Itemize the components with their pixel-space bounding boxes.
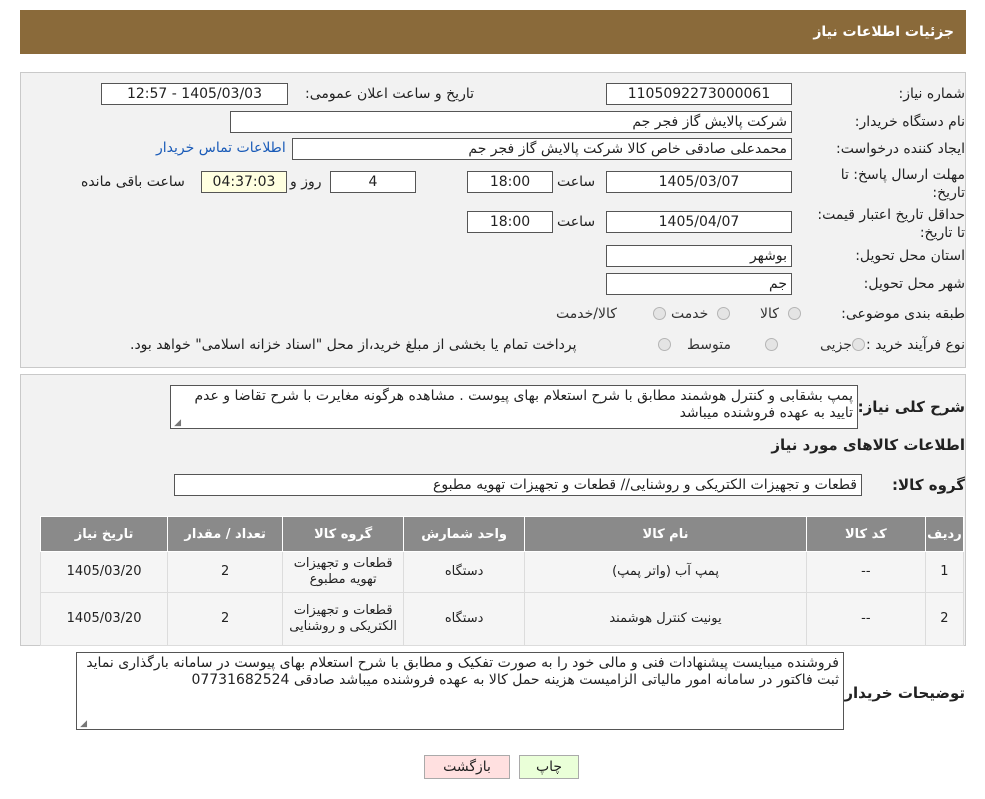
category-option-service: خدمت	[671, 306, 709, 322]
requester-field: محمدعلی صادقی خاص کالا شرکت پالایش گاز ف…	[292, 138, 792, 160]
back-button[interactable]: بازگشت	[424, 755, 510, 779]
province-field: بوشهر	[606, 245, 792, 267]
city-field: جم	[606, 273, 792, 295]
buyer-org-label: نام دستگاه خریدار:	[854, 114, 965, 130]
deadline-time-field: 18:00	[467, 171, 553, 193]
category-radio-goods[interactable]	[788, 307, 801, 320]
summary-label: شرح کلی نیاز:	[857, 398, 965, 416]
need-number-label: شماره نیاز:	[898, 86, 966, 102]
goods-group-label: گروه کالا:	[892, 476, 965, 494]
process-radio-minor[interactable]	[852, 338, 865, 351]
cell-group: قطعات و تجهیزات تهویه مطبوع	[282, 551, 405, 593]
cell-group: قطعات و تجهیزات الکتریکی و روشنایی	[282, 592, 405, 646]
validity-date-field: 1405/04/07	[606, 211, 792, 233]
cell-qty: 2	[167, 551, 284, 593]
buyer-notes-text: فروشنده میبایست پیشنهادات فنی و مالی خود…	[86, 655, 839, 688]
category-radio-service[interactable]	[717, 307, 730, 320]
category-radio-goods-service[interactable]	[653, 307, 666, 320]
requester-label: ایجاد کننده درخواست:	[836, 141, 965, 157]
table-row: 2 -- یونیت کنترل هوشمند دستگاه قطعات و ت…	[39, 592, 965, 646]
process-option-minor: جزیی	[820, 337, 852, 353]
days-label: روز و	[290, 174, 322, 190]
cell-row: 2	[924, 592, 965, 646]
col-unit: واحد شمارش	[403, 516, 526, 552]
goods-group-field: قطعات و تجهیزات الکتریکی و روشنایی// قطع…	[174, 474, 862, 496]
resize-grip-icon[interactable]: ◢	[79, 720, 87, 729]
goods-table: ردیف کد کالا نام کالا واحد شمارش گروه کا…	[39, 516, 965, 646]
cell-code: --	[805, 551, 926, 593]
announce-label: تاریخ و ساعت اعلان عمومی:	[305, 86, 474, 102]
summary-textarea[interactable]: پمپ بشقابی و کنترل هوشمند مطابق با شرح ا…	[170, 385, 858, 429]
category-label: طبقه بندی موضوعی:	[841, 306, 965, 322]
validity-time-field: 18:00	[467, 211, 553, 233]
resize-grip-icon[interactable]: ◢	[173, 419, 181, 428]
table-row: 1 -- پمپ آب (واتر پمپ) دستگاه قطعات و تج…	[39, 551, 965, 593]
process-radio-medium[interactable]	[765, 338, 778, 351]
deadline-date-field: 1405/03/07	[606, 171, 792, 193]
process-radio-treasury[interactable]	[658, 338, 671, 351]
cell-unit: دستگاه	[403, 551, 526, 593]
deadline-time-label: ساعت	[557, 174, 596, 190]
goods-section-title: اطلاعات کالاهای مورد نیاز	[771, 436, 965, 454]
days-field: 4	[330, 171, 416, 193]
buyer-notes-textarea[interactable]: فروشنده میبایست پیشنهادات فنی و مالی خود…	[76, 652, 844, 730]
buyer-contact-link[interactable]: اطلاعات تماس خریدار	[156, 140, 286, 156]
page-title: جزئیات اطلاعات نیاز	[813, 24, 954, 40]
process-note: پرداخت تمام یا بخشی از مبلغ خرید،از محل …	[130, 337, 577, 353]
cell-row: 1	[924, 551, 965, 593]
remaining-label: ساعت باقی مانده	[81, 174, 185, 190]
buyer-notes-label: توضیحات خریدار:	[838, 684, 965, 702]
deadline-label: مهلت ارسال پاسخ: تا تاریخ:	[840, 167, 965, 201]
cell-date: 1405/03/20	[39, 551, 169, 593]
announce-datetime-field: 1405/03/03 - 12:57	[101, 83, 288, 105]
summary-text: پمپ بشقابی و کنترل هوشمند مطابق با شرح ا…	[194, 388, 853, 421]
cell-unit: دستگاه	[403, 592, 526, 646]
need-number-field: 1105092273000061	[606, 83, 792, 105]
cell-name: یونیت کنترل هوشمند	[524, 592, 807, 646]
col-date: تاریخ نیاز	[39, 516, 169, 552]
cell-name: پمپ آب (واتر پمپ)	[524, 551, 807, 593]
goods-table-header: ردیف کد کالا نام کالا واحد شمارش گروه کا…	[39, 516, 965, 552]
validity-label: حداقل تاریخ اعتبار قیمت: تا تاریخ:	[817, 207, 965, 241]
city-label: شهر محل تحویل:	[863, 276, 965, 292]
cell-qty: 2	[167, 592, 284, 646]
category-option-goods-service: کالا/خدمت	[556, 306, 617, 322]
col-group: گروه کالا	[282, 516, 405, 552]
col-name: نام کالا	[524, 516, 807, 552]
col-code: کد کالا	[805, 516, 926, 552]
col-row: ردیف	[924, 516, 965, 552]
process-option-medium: متوسط	[687, 337, 731, 353]
validity-time-label: ساعت	[557, 214, 596, 230]
category-option-goods: کالا	[760, 306, 779, 322]
col-qty: تعداد / مقدار	[167, 516, 284, 552]
print-button[interactable]: چاپ	[519, 755, 579, 779]
page-header: جزئیات اطلاعات نیاز	[20, 10, 966, 54]
buyer-org-field: شرکت پالایش گاز فجر جم	[230, 111, 792, 133]
cell-date: 1405/03/20	[39, 592, 169, 646]
cell-code: --	[805, 592, 926, 646]
process-label: نوع فرآیند خرید :	[866, 337, 965, 353]
remaining-time-field: 04:37:03	[201, 171, 287, 193]
province-label: استان محل تحویل:	[855, 248, 965, 264]
